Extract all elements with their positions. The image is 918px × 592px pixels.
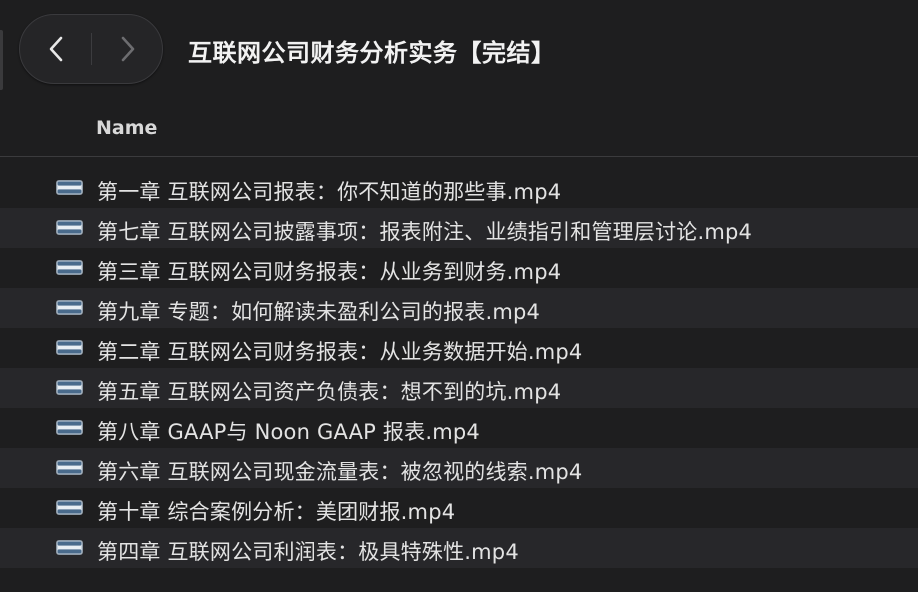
finder-toolbar: 互联网公司财务分析实务【完结】 — [0, 0, 918, 100]
file-name: 第九章 专题：如何解读未盈利公司的报表.mp4 — [97, 300, 541, 324]
column-header-name[interactable]: Name — [96, 117, 157, 139]
file-row[interactable]: 第七章 互联网公司披露事项：报表附注、业绩指引和管理层讨论.mp4 — [0, 208, 918, 248]
file-row[interactable]: 第六章 互联网公司现金流量表：被忽视的线索.mp4 — [0, 448, 918, 488]
file-name: 第八章 GAAP与 Noon GAAP 报表.mp4 — [97, 420, 480, 444]
video-file-icon — [56, 380, 83, 395]
column-header-bar: Name — [0, 100, 918, 157]
video-file-icon — [56, 260, 83, 275]
video-file-icon — [56, 500, 83, 515]
forward-button[interactable] — [92, 15, 162, 83]
file-name: 第六章 互联网公司现金流量表：被忽视的线索.mp4 — [97, 460, 583, 484]
file-list: 第一章 互联网公司报表：你不知道的那些事.mp4 第七章 互联网公司披露事项：报表… — [0, 168, 918, 568]
file-name: 第三章 互联网公司财务报表：从业务到财务.mp4 — [97, 260, 562, 284]
file-name: 第七章 互联网公司披露事项：报表附注、业绩指引和管理层讨论.mp4 — [97, 220, 753, 244]
file-row[interactable]: 第三章 互联网公司财务报表：从业务到财务.mp4 — [0, 248, 918, 288]
file-row[interactable]: 第一章 互联网公司报表：你不知道的那些事.mp4 — [0, 168, 918, 208]
video-file-icon — [56, 180, 83, 195]
file-name: 第四章 互联网公司利润表：极具特殊性.mp4 — [97, 540, 519, 564]
file-name: 第一章 互联网公司报表：你不知道的那些事.mp4 — [97, 180, 562, 204]
window-title: 互联网公司财务分析实务【完结】 — [188, 39, 556, 67]
file-row[interactable]: 第八章 GAAP与 Noon GAAP 报表.mp4 — [0, 408, 918, 448]
file-row[interactable]: 第五章 互联网公司资产负债表：想不到的坑.mp4 — [0, 368, 918, 408]
chevron-right-icon — [121, 36, 135, 62]
file-row[interactable]: 第十章 综合案例分析：美团财报.mp4 — [0, 488, 918, 528]
video-file-icon — [56, 340, 83, 355]
file-row[interactable]: 第九章 专题：如何解读未盈利公司的报表.mp4 — [0, 288, 918, 328]
navigation-button-group — [19, 14, 163, 84]
video-file-icon — [56, 220, 83, 235]
video-file-icon — [56, 540, 83, 555]
chevron-left-icon — [49, 36, 63, 62]
back-button[interactable] — [22, 15, 92, 83]
file-name: 第十章 综合案例分析：美团财报.mp4 — [97, 500, 456, 524]
video-file-icon — [56, 460, 83, 475]
file-name: 第五章 互联网公司资产负债表：想不到的坑.mp4 — [97, 380, 562, 404]
file-row[interactable]: 第四章 互联网公司利润表：极具特殊性.mp4 — [0, 528, 918, 568]
file-name: 第二章 互联网公司财务报表：从业务数据开始.mp4 — [97, 340, 583, 364]
video-file-icon — [56, 300, 83, 315]
video-file-icon — [56, 420, 83, 435]
window-edge — [0, 30, 3, 90]
file-row[interactable]: 第二章 互联网公司财务报表：从业务数据开始.mp4 — [0, 328, 918, 368]
